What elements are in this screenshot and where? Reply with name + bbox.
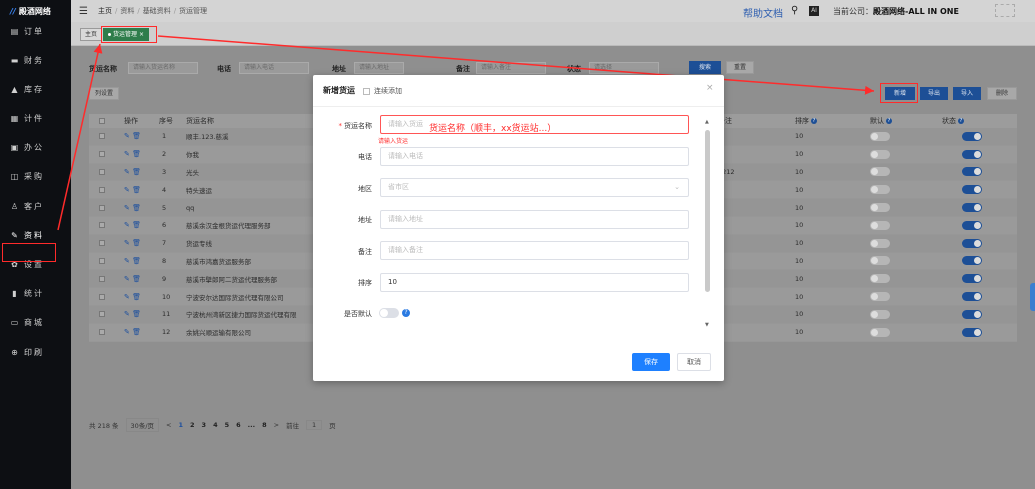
sort-input[interactable]: 10 bbox=[380, 273, 689, 292]
field-phone-label: 电话 bbox=[358, 153, 372, 161]
close-icon[interactable]: × bbox=[706, 83, 714, 93]
continuous-add-label: 连续添加 bbox=[374, 87, 402, 95]
dialog-scrollbar[interactable] bbox=[705, 130, 710, 292]
arrow-sidebar-to-tab bbox=[57, 43, 103, 231]
continuous-add-checkbox[interactable]: 连续添加 bbox=[363, 86, 402, 96]
save-button[interactable]: 保存 bbox=[632, 353, 670, 371]
add-freight-dialog: 新增货运 连续添加 × * 货运名称 请输入货运 请输入货运 电话 请输入电话 地… bbox=[313, 75, 724, 381]
field-note-label: 备注 bbox=[358, 248, 372, 256]
checkbox-icon[interactable] bbox=[363, 87, 370, 95]
region-select[interactable]: 省市区 ⌄ bbox=[380, 178, 689, 197]
address-input[interactable]: 请输入地址 bbox=[380, 210, 689, 229]
annotation-text: 货运名称（顺丰，xx货运站...） bbox=[429, 124, 557, 134]
dialog-divider bbox=[313, 106, 724, 107]
field-addr-label: 地址 bbox=[358, 216, 372, 224]
field-sort-label: 排序 bbox=[358, 279, 372, 287]
default-toggle[interactable] bbox=[379, 308, 399, 318]
field-default-label: 是否默认 bbox=[344, 310, 372, 318]
name-error-text: 请输入货运 bbox=[378, 138, 409, 145]
region-placeholder: 省市区 bbox=[388, 183, 409, 191]
field-name-label: * 货运名称 bbox=[322, 121, 373, 131]
note-input[interactable]: 请输入备注 bbox=[380, 241, 689, 260]
scroll-up-icon[interactable]: ▲ bbox=[705, 119, 709, 125]
required-mark: * bbox=[338, 122, 343, 130]
chevron-down-icon: ⌄ bbox=[674, 183, 680, 191]
dialog-title: 新增货运 bbox=[323, 86, 355, 95]
phone-input[interactable]: 请输入电话 bbox=[380, 147, 689, 166]
scroll-down-icon[interactable]: ▼ bbox=[705, 322, 709, 328]
sort-value: 10 bbox=[388, 278, 397, 286]
field-region-label: 地区 bbox=[358, 185, 372, 193]
help-icon[interactable]: ? bbox=[402, 309, 410, 317]
cancel-button[interactable]: 取消 bbox=[677, 353, 711, 371]
field-name-label-text: 货运名称 bbox=[344, 122, 372, 130]
